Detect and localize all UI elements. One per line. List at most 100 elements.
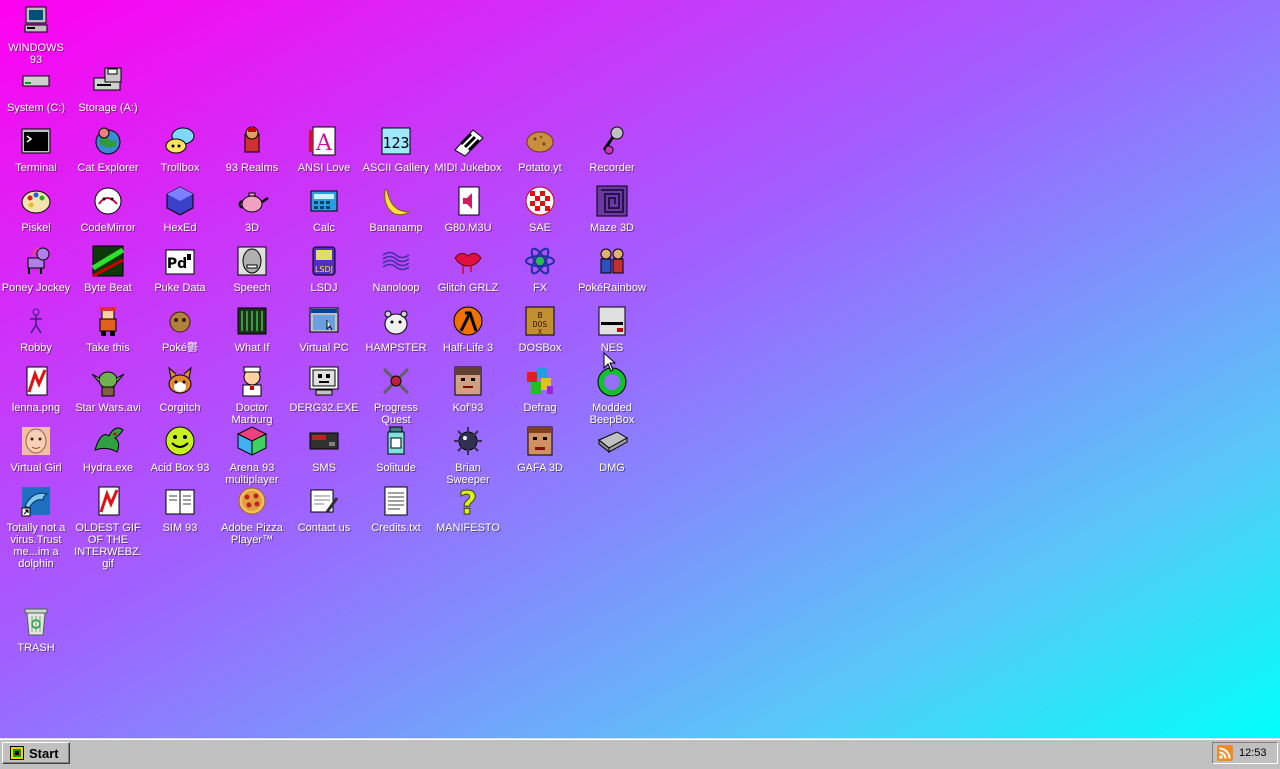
desktop-icon-label: Credits.txt	[371, 522, 421, 534]
desktop-icon[interactable]: Speech	[216, 244, 288, 294]
desktop-icon-label: Acid Box 93	[150, 462, 210, 474]
desktop-icon[interactable]: Storage (A:)	[72, 64, 144, 114]
gameboy-icon: LSDJ	[307, 244, 341, 278]
desktop-icon[interactable]: TRASH	[0, 604, 72, 654]
desktop-icon-label: Modded BeepBox	[589, 402, 635, 426]
image-file-icon	[19, 364, 53, 398]
taskbar: Start 12:53	[0, 738, 1280, 769]
pixel-man-icon	[91, 304, 125, 338]
desktop-icon[interactable]: Half-Life 3	[432, 304, 504, 354]
desktop-icon[interactable]: LSDJ LSDJ	[288, 244, 360, 294]
desktop-icon[interactable]: Brian Sweeper	[432, 424, 504, 486]
palette-icon	[19, 184, 53, 218]
desktop-icon[interactable]: lenna.png	[0, 364, 72, 414]
desktop-icon-label: Defrag	[523, 402, 557, 414]
desktop-icon[interactable]: HexEd	[144, 184, 216, 234]
desktop-icon[interactable]: Modded BeepBox	[576, 364, 648, 426]
desktop-icon[interactable]: Nanoloop	[360, 244, 432, 294]
desktop-icon[interactable]: Calc	[288, 184, 360, 234]
desktop-icon-label: Storage (A:)	[78, 102, 138, 114]
desktop-icon[interactable]: Solitude	[360, 424, 432, 474]
desktop-icon[interactable]: SAE	[504, 184, 576, 234]
gif-file-icon	[91, 484, 125, 518]
speech-face-icon	[235, 244, 269, 278]
desktop-icon[interactable]: Kof'93	[432, 364, 504, 414]
text-file-icon	[379, 484, 413, 518]
desktop-icon[interactable]: Corgitch	[144, 364, 216, 414]
desktop-icon[interactable]: 3D	[216, 184, 288, 234]
fighter-face-icon	[451, 364, 485, 398]
desktop-icon[interactable]: Bananamp	[360, 184, 432, 234]
desktop-icon-label: Poké鬱	[161, 342, 199, 354]
desktop-icon[interactable]: FX	[504, 244, 576, 294]
poke-ball-icon	[163, 304, 197, 338]
desktop-icon-label: DERG32.EXE	[289, 402, 359, 414]
desktop-icon-label: Speech	[233, 282, 271, 294]
desktop-icon[interactable]: Cat Explorer	[72, 124, 144, 174]
desktop-icon[interactable]: SMS	[288, 424, 360, 474]
desktop-icon[interactable]: Hydra.exe	[72, 424, 144, 474]
desktop-icon[interactable]: Take this	[72, 304, 144, 354]
desktop-icon[interactable]: Doctor Marburg	[216, 364, 288, 426]
windows93-logo-icon	[10, 746, 24, 760]
desktop-icon[interactable]: Poney Jockey	[0, 244, 72, 294]
desktop-icon[interactable]: 123 ASCII Gallery	[360, 124, 432, 174]
desktop-icon[interactable]: Acid Box 93	[144, 424, 216, 474]
desktop-icon[interactable]: Poké鬱	[144, 304, 216, 354]
desktop-icon[interactable]: Totally not a virus.Trust me...im a dolp…	[0, 484, 72, 570]
desktop-icon-label: Byte Beat	[84, 282, 132, 294]
desktop-icon[interactable]: Maze 3D	[576, 184, 648, 234]
desktop-icon[interactable]: ? MANIFESTO	[432, 484, 504, 534]
desktop-icon[interactable]: Contact us	[288, 484, 360, 534]
desktop-icon[interactable]: CodeMirror	[72, 184, 144, 234]
desktop-icon-label: Progress Quest	[373, 402, 419, 426]
desktop-icon-label: Puke Data	[154, 282, 206, 294]
desktop-icon[interactable]: Virtual PC	[288, 304, 360, 354]
desktop[interactable]: WINDOWS 93 System (C:) Storage (A:) Termina…	[0, 0, 1280, 738]
rss-feed-icon[interactable]	[1217, 745, 1233, 761]
desktop-icon[interactable]: DERG32.EXE	[288, 364, 360, 414]
desktop-icon[interactable]: Byte Beat	[72, 244, 144, 294]
desktop-icon-label: Virtual PC	[299, 342, 349, 354]
desktop-icon[interactable]: OLDEST GIF OF THE INTERWEBZ.gif	[72, 484, 144, 570]
desktop-icon[interactable]: Trollbox	[144, 124, 216, 174]
desktop-icon-label: Potato.yt	[518, 162, 562, 174]
start-button[interactable]: Start	[2, 742, 70, 764]
desktop-icon[interactable]: PokéRainbow	[576, 244, 648, 294]
desktop-icon[interactable]: A ANSI Love	[288, 124, 360, 174]
desktop-icon[interactable]: Glitch GRLZ	[432, 244, 504, 294]
desktop-icon[interactable]: Recorder	[576, 124, 648, 174]
desktop-icon[interactable]: Terminal	[0, 124, 72, 174]
potato-icon	[523, 124, 557, 158]
desktop-icon[interactable]: Virtual Girl	[0, 424, 72, 474]
desktop-icon[interactable]: System (C:)	[0, 64, 72, 114]
desktop-icon[interactable]: Adobe Pizza Player™	[216, 484, 288, 546]
desktop-icon[interactable]: MIDI Jukebox	[432, 124, 504, 174]
desktop-icon[interactable]: Defrag	[504, 364, 576, 414]
desktop-icon[interactable]: Star Wars.avi	[72, 364, 144, 414]
desktop-icon[interactable]: Arena 93 multiplayer	[216, 424, 288, 486]
desktop-icon[interactable]: Potato.yt	[504, 124, 576, 174]
desktop-icon[interactable]: Progress Quest	[360, 364, 432, 426]
mouse-cursor-icon	[603, 352, 617, 372]
desktop-icon[interactable]: Credits.txt	[360, 484, 432, 534]
desktop-icon-label: Nanoloop	[372, 282, 420, 294]
trash-icon	[19, 604, 53, 638]
desktop-icon[interactable]: What If	[216, 304, 288, 354]
desktop-icon-label: G80.M3U	[444, 222, 492, 234]
desktop-icon[interactable]: NES	[576, 304, 648, 354]
desktop-icon-label: TRASH	[17, 642, 55, 654]
desktop-icon[interactable]: SIM 93	[144, 484, 216, 534]
desktop-icon[interactable]: G80.M3U	[432, 184, 504, 234]
microphone-icon	[595, 124, 629, 158]
desktop-icon[interactable]: 93 Realms	[216, 124, 288, 174]
desktop-icon[interactable]: B DOS X DOSBox	[504, 304, 576, 354]
desktop-icon[interactable]: HAMPSTER	[360, 304, 432, 354]
desktop-icon[interactable]: Robby	[0, 304, 72, 354]
desktop-icon[interactable]: Pd Puke Data	[144, 244, 216, 294]
desktop-icon[interactable]: WINDOWS 93	[0, 4, 72, 66]
desktop-icon[interactable]: GAFA 3D	[504, 424, 576, 474]
desktop-icon[interactable]: Piskel	[0, 184, 72, 234]
desktop-icon[interactable]: DMG	[576, 424, 648, 474]
desktop-icon-label: Star Wars.avi	[75, 402, 141, 414]
